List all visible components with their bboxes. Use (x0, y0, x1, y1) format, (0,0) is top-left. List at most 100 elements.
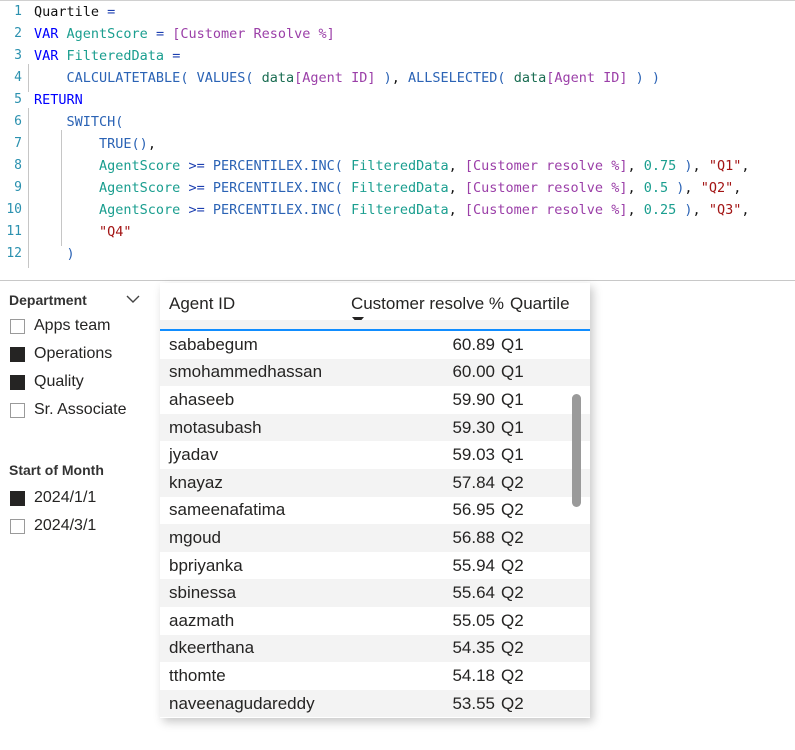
slicer-department-header[interactable]: Department (0, 284, 158, 312)
table-row[interactable]: dkeerthana 54.35 Q2 (160, 634, 590, 663)
column-header-customer-resolve-pct[interactable]: Customer resolve % (344, 294, 504, 324)
code-line: 12 ) (0, 240, 795, 268)
table-scrollbar-thumb[interactable] (572, 394, 581, 507)
checkbox-checked-icon[interactable] (10, 490, 25, 506)
slicer-item-quality[interactable]: Quality (0, 368, 158, 396)
cell-agent-id: aazmath (169, 610, 235, 630)
token-paren: ( (334, 180, 343, 196)
slicer-item-sr-associate[interactable]: Sr. Associate (0, 396, 158, 424)
cell-score: 59.03 (452, 445, 495, 465)
table-row[interactable]: tthomte 54.18 Q2 (160, 662, 590, 690)
token-comma: , (448, 180, 457, 196)
table-row[interactable]: bpriyanka 55.94 Q2 (160, 552, 590, 580)
token-fn-allselected: ALLSELECTED (408, 70, 498, 86)
token-column-customer-resolve: [Customer Resolve %] (172, 26, 335, 42)
table-row[interactable]: mgoud 56.88 Q2 (160, 524, 590, 552)
slicer-item-label: Apps team (34, 317, 111, 334)
token-fn-percentilex-inc: PERCENTILEX.INC (212, 158, 335, 174)
table-visual[interactable]: Agent ID Customer resolve % Quartile sab… (160, 283, 590, 718)
table-row[interactable]: smohammedhassan 60.00 Q1 (160, 358, 590, 387)
table-row[interactable]: naveenagudareddy 53.55 Q2 (160, 689, 590, 718)
cell-score: 55.64 (452, 583, 495, 603)
code-line-content: AgentScore >= PERCENTILEX.INC( FilteredD… (26, 174, 795, 202)
table-row[interactable]: ahaseeb 59.90 Q1 (160, 386, 590, 414)
cell-score: 59.90 (452, 389, 495, 409)
cell-score: 56.88 (452, 527, 495, 547)
table-body[interactable]: sababegum 60.89 Q1 smohammedhassan 60.00… (160, 331, 590, 718)
code-line-content: Quartile = (26, 1, 795, 23)
token-paren: ( (334, 158, 343, 174)
token-string-q2: "Q2" (700, 180, 734, 196)
table-row[interactable]: sbinessa 55.64 Q2 (160, 579, 590, 607)
cell-quartile: Q1 (501, 362, 524, 382)
code-line: 6 SWITCH( (0, 108, 795, 136)
token-number-025: 0.25 (643, 202, 677, 218)
chevron-down-icon[interactable] (126, 294, 140, 306)
code-line-content: SWITCH( (26, 108, 795, 136)
code-line-content: TRUE(), (26, 130, 795, 158)
table-row[interactable]: knayaz 57.84 Q2 (160, 468, 590, 497)
cell-agent-id: sameenafatima (169, 500, 286, 520)
slicer-item-label: Sr. Associate (34, 401, 127, 418)
table-scrollbar[interactable] (572, 386, 581, 718)
checkbox-unchecked-icon[interactable] (10, 318, 25, 334)
cell-agent-id: smohammedhassan (169, 362, 323, 382)
token-var-agentscore: AgentScore (99, 158, 181, 174)
slicer-start-of-month-title: Start of Month (9, 462, 104, 478)
column-header-quartile[interactable]: Quartile (504, 294, 590, 314)
slicer-item-operations[interactable]: Operations (0, 340, 158, 368)
token-op-ge: >= (188, 158, 205, 174)
slicer-item-label: Operations (34, 345, 113, 362)
token-table-data: data (261, 70, 295, 86)
token-column-agent-id: [Agent ID] (294, 70, 376, 86)
token-number-05: 0.5 (643, 180, 669, 196)
cell-agent-id: naveenagudareddy (169, 693, 315, 713)
column-header-label: Customer resolve % (350, 294, 504, 313)
slicer-item-apps-team[interactable]: Apps team (0, 312, 158, 340)
token-keyword-var: VAR (34, 48, 59, 64)
token-comma: , (391, 70, 400, 86)
token-equals: = (155, 26, 165, 42)
checkbox-checked-icon[interactable] (10, 374, 25, 390)
slicer-item-2024-01-01[interactable]: 2024/1/1 (0, 484, 158, 512)
token-string-q1: "Q1" (708, 158, 742, 174)
code-line-content: CALCULATETABLE( VALUES( data[Agent ID] )… (26, 64, 795, 92)
table-header-row: Agent ID Customer resolve % Quartile (160, 283, 590, 324)
token-paren: ) (684, 202, 693, 218)
dax-code-editor[interactable]: 1 Quartile = 2 VAR AgentScore = [Custome… (0, 0, 795, 281)
token-measure-name: Quartile (34, 4, 100, 20)
token-var-filtereddata: FilteredData (351, 202, 449, 218)
line-number: 1 (14, 4, 22, 19)
line-number: 6 (14, 114, 22, 129)
token-paren: ) (651, 70, 661, 86)
table-row[interactable]: motasubash 59.30 Q1 (160, 413, 590, 442)
line-number: 10 (6, 202, 22, 217)
token-paren: ) (635, 70, 644, 86)
token-comma: , (448, 202, 457, 218)
cell-score: 53.55 (452, 693, 495, 713)
column-header-agent-id[interactable]: Agent ID (160, 294, 344, 314)
cell-quartile: Q2 (501, 555, 524, 575)
checkbox-unchecked-icon[interactable] (10, 402, 25, 418)
checkbox-unchecked-icon[interactable] (10, 518, 25, 534)
line-number: 3 (14, 48, 22, 63)
cell-quartile: Q2 (501, 472, 524, 492)
token-comma: , (741, 158, 750, 174)
slicer-item-label: Quality (34, 373, 84, 390)
table-row[interactable]: aazmath 55.05 Q2 (160, 607, 590, 635)
token-comma: , (741, 202, 750, 218)
table-row[interactable]: jyadav 59.03 Q1 (160, 441, 590, 469)
slicer-spacer (0, 424, 158, 458)
slicer-item-2024-03-01[interactable]: 2024/3/1 (0, 512, 158, 540)
cell-quartile: Q1 (501, 334, 524, 354)
checkbox-checked-icon[interactable] (10, 346, 25, 362)
cell-score: 60.89 (452, 334, 495, 354)
token-comma: , (627, 180, 636, 196)
cell-quartile: Q1 (501, 417, 524, 437)
table-row[interactable]: sameenafatima 56.95 Q2 (160, 497, 590, 525)
table-row[interactable]: sababegum 60.89 Q1 (160, 331, 590, 359)
